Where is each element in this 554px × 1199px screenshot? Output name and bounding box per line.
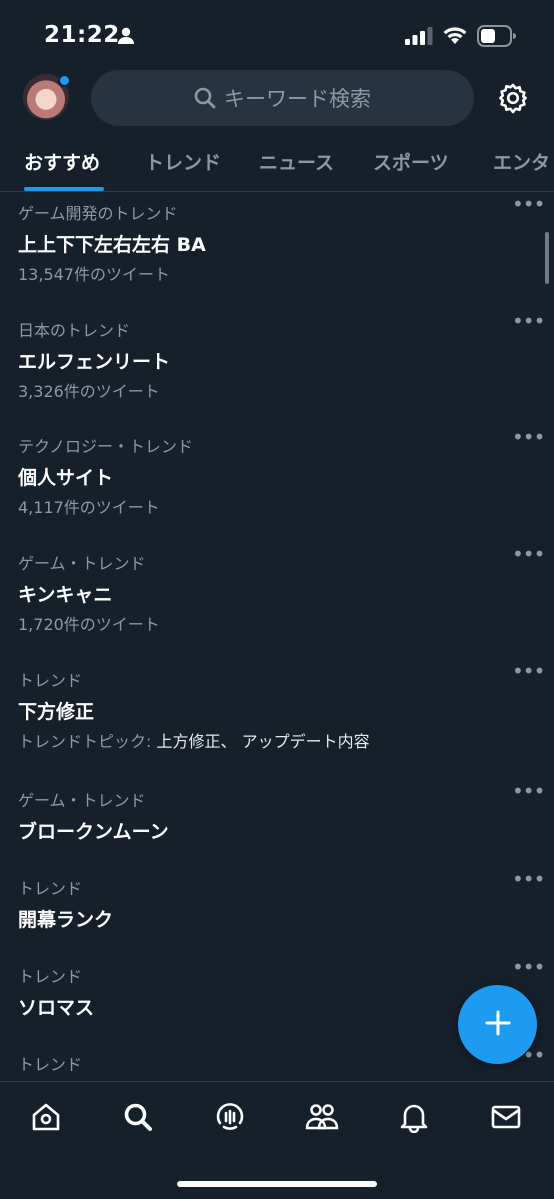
explore-tabs: おすすめ トレンド ニュース スポーツ エンタ	[0, 140, 554, 192]
more-options-icon[interactable]: •••	[512, 194, 545, 216]
trend-name: 個人サイト	[18, 467, 114, 489]
trend-category: トレンド	[18, 671, 83, 690]
trend-item[interactable]: 日本のトレンド エルフェンリート 3,326件のツイート •••	[0, 311, 554, 407]
notification-dot	[58, 74, 71, 87]
more-options-icon[interactable]: •••	[512, 781, 545, 803]
explore-screen: 21:22 キーワード検索 おすすめ トレンド ニュース スポーツ エンタ ゲー…	[0, 0, 554, 1199]
more-options-icon[interactable]: •••	[512, 957, 545, 979]
trend-list: ゲーム開発のトレンド 上上下下左右左右 BA 13,547件のツイート ••• …	[0, 193, 554, 1081]
trend-item[interactable]: ゲーム開発のトレンド 上上下下左右左右 BA 13,547件のツイート •••	[0, 194, 554, 290]
status-time: 21:22	[44, 22, 120, 48]
tab-trending[interactable]: トレンド	[145, 148, 221, 175]
trend-tweet-count: 1,720件のツイート	[18, 615, 160, 634]
trend-category: ゲーム・トレンド	[18, 791, 146, 810]
trend-topics: トレンドトピック: 上方修正、 アップデート内容	[18, 728, 370, 752]
trend-item[interactable]: ゲーム・トレンド ブロークンムーン •••	[0, 781, 554, 849]
trend-category: トレンド	[18, 879, 83, 898]
trend-name: ブロークンムーン	[18, 821, 169, 843]
trend-category: ゲーム開発のトレンド	[18, 204, 178, 223]
search-input[interactable]: キーワード検索	[91, 70, 474, 126]
trend-item[interactable]: トレンド 開幕ランク •••	[0, 869, 554, 937]
trend-item[interactable]: テクノロジー・トレンド 個人サイト 4,117件のツイート •••	[0, 427, 554, 523]
home-indicator	[177, 1181, 377, 1187]
bottom-nav	[0, 1081, 554, 1199]
trend-item[interactable]: ゲーム・トレンド キンキャニ 1,720件のツイート •••	[0, 544, 554, 640]
bell-icon[interactable]	[397, 1100, 431, 1134]
more-options-icon[interactable]: •••	[512, 311, 545, 333]
trend-topics-prefix: トレンドトピック:	[18, 732, 157, 751]
trend-category: ゲーム・トレンド	[18, 554, 146, 573]
tab-entertainment[interactable]: エンタ	[493, 148, 550, 175]
more-options-icon[interactable]: •••	[512, 427, 545, 449]
trend-topics-list: 上方修正、 アップデート内容	[156, 732, 370, 751]
search-icon[interactable]	[121, 1100, 155, 1134]
trend-tweet-count: 13,547件のツイート	[18, 265, 170, 284]
more-options-icon[interactable]: •••	[512, 661, 545, 683]
plus-icon	[484, 1009, 512, 1041]
wifi-icon	[442, 25, 468, 49]
trend-tweet-count: 3,326件のツイート	[18, 382, 160, 401]
tab-sports[interactable]: スポーツ	[373, 148, 449, 175]
trend-name: ソロマス	[18, 997, 95, 1019]
signal-icon	[405, 27, 433, 49]
compose-tweet-button[interactable]	[458, 985, 537, 1064]
trend-name: 開幕ランク	[18, 909, 114, 931]
battery-icon	[477, 25, 517, 51]
trend-name: 上上下下左右左右 BA	[18, 234, 206, 256]
gear-icon[interactable]	[497, 82, 529, 118]
trend-item[interactable]: トレンド •••	[0, 1045, 554, 1081]
scrollbar[interactable]	[545, 232, 549, 284]
trend-name: 下方修正	[18, 701, 95, 723]
more-options-icon[interactable]: •••	[512, 544, 545, 566]
tab-news[interactable]: ニュース	[259, 148, 334, 175]
tab-recommended[interactable]: おすすめ	[24, 148, 100, 175]
mail-icon[interactable]	[489, 1100, 523, 1134]
trend-category: テクノロジー・トレンド	[18, 437, 194, 456]
status-bar: 21:22	[0, 0, 554, 66]
spaces-icon[interactable]	[213, 1100, 247, 1134]
trend-category: 日本のトレンド	[18, 321, 131, 340]
trend-category: トレンド	[18, 967, 83, 986]
search-placeholder: キーワード検索	[224, 87, 371, 111]
trend-item[interactable]: トレンド 下方修正 トレンドトピック: 上方修正、 アップデート内容 •••	[0, 661, 554, 757]
home-icon[interactable]	[29, 1100, 63, 1134]
active-tab-indicator	[24, 187, 104, 191]
more-options-icon[interactable]: •••	[512, 869, 545, 891]
trend-tweet-count: 4,117件のツイート	[18, 498, 160, 517]
trend-name: キンキャニ	[18, 584, 113, 606]
search-icon	[194, 87, 216, 109]
avatar[interactable]	[23, 74, 71, 120]
communities-icon[interactable]	[305, 1100, 339, 1134]
person-icon	[117, 27, 135, 49]
trend-category: トレンド	[18, 1055, 83, 1074]
trend-name: エルフェンリート	[18, 351, 171, 373]
